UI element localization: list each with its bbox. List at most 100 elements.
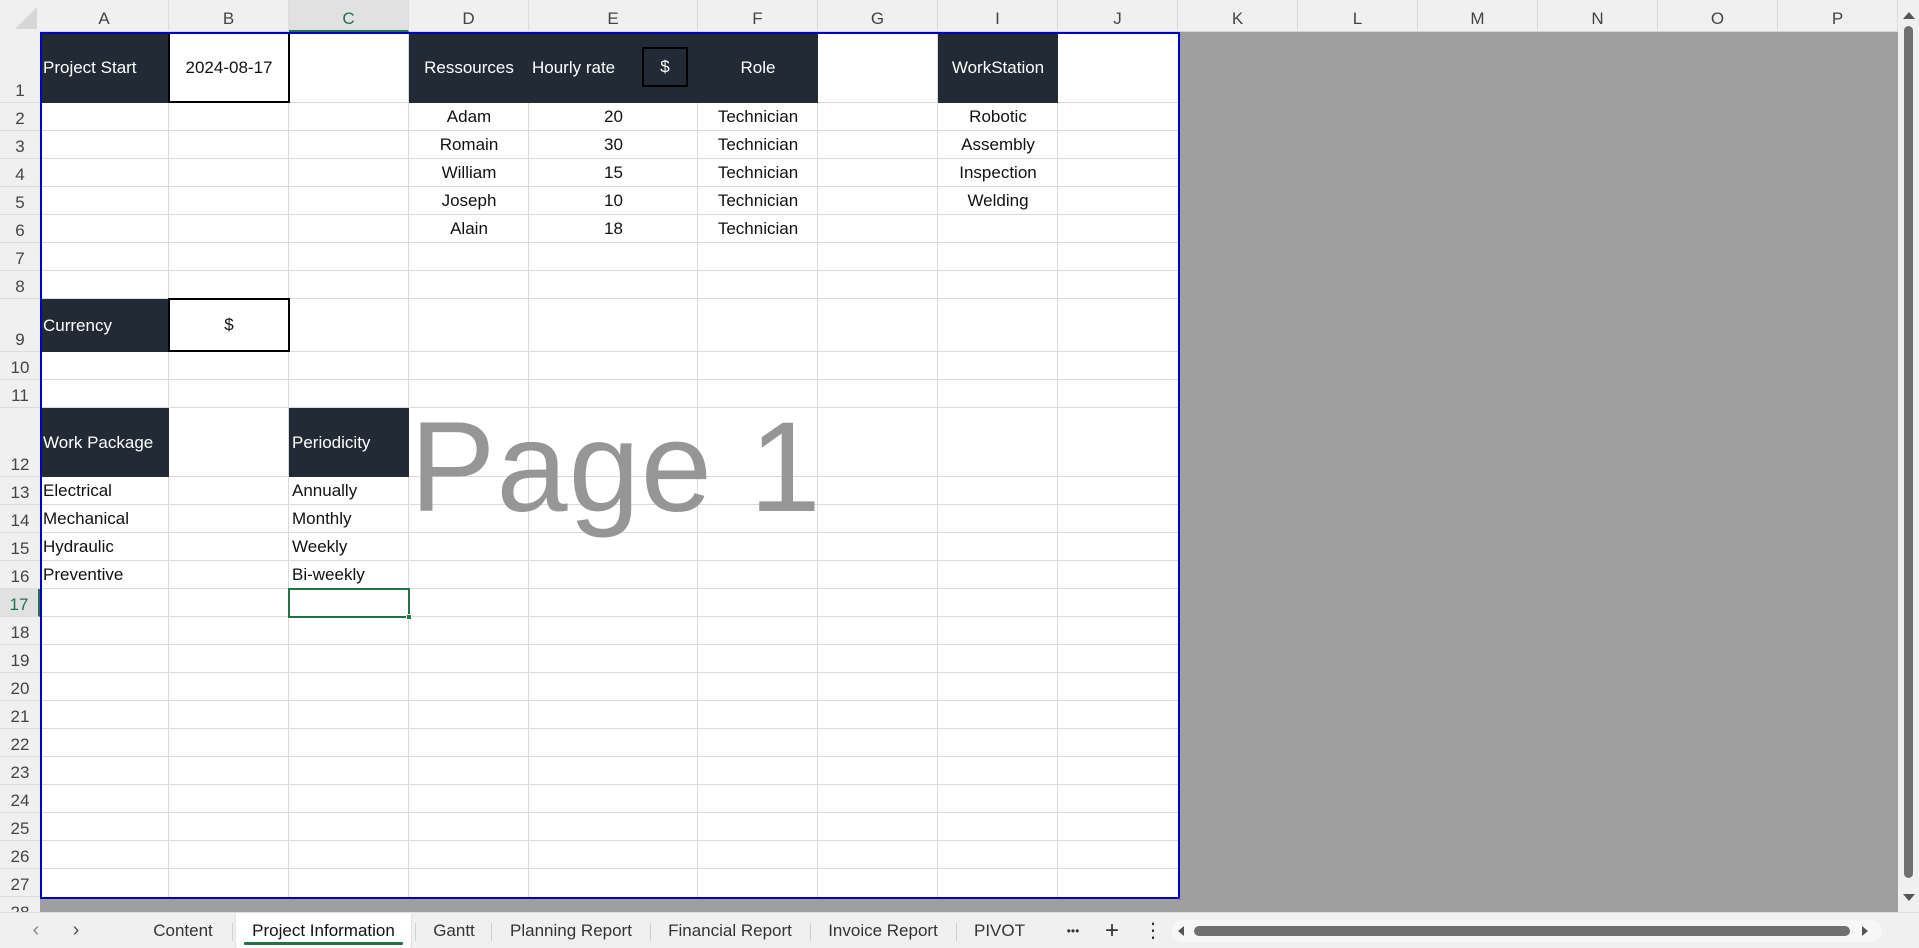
column-header-g[interactable]: G bbox=[818, 0, 938, 32]
row-header-23[interactable]: 23 bbox=[0, 757, 40, 785]
workstation-cell[interactable]: Assembly bbox=[938, 131, 1058, 159]
resource-rate-cell[interactable]: 15 bbox=[529, 159, 698, 187]
row-header-5[interactable]: 5 bbox=[0, 187, 40, 215]
scroll-left-icon[interactable] bbox=[1178, 926, 1184, 936]
row-header-18[interactable]: 18 bbox=[0, 617, 40, 645]
column-header-f[interactable]: F bbox=[698, 0, 818, 32]
resource-rate-cell[interactable]: 10 bbox=[529, 187, 698, 215]
vertical-scrollbar[interactable] bbox=[1898, 0, 1919, 912]
row-header-1[interactable]: 1 bbox=[0, 32, 40, 103]
column-header-d[interactable]: D bbox=[409, 0, 529, 32]
cell-b1-project-start-date[interactable]: 2024-08-17 bbox=[168, 32, 290, 103]
tab-invoice-report[interactable]: Invoice Report bbox=[814, 913, 952, 948]
select-all-button[interactable] bbox=[0, 0, 40, 32]
cell-a12-work-package-header[interactable]: Work Package bbox=[40, 408, 169, 477]
row-header-13[interactable]: 13 bbox=[0, 477, 40, 505]
tab-planning-report[interactable]: Planning Report bbox=[495, 913, 647, 948]
row-header-6[interactable]: 6 bbox=[0, 215, 40, 243]
tab-gantt[interactable]: Gantt bbox=[420, 913, 488, 948]
resource-name-cell[interactable]: Adam bbox=[409, 103, 529, 131]
row-header-16[interactable]: 16 bbox=[0, 561, 40, 589]
tab-financial-report[interactable]: Financial Report bbox=[654, 913, 806, 948]
row-header-26[interactable]: 26 bbox=[0, 841, 40, 869]
column-header-j[interactable]: J bbox=[1058, 0, 1178, 32]
work-package-cell[interactable]: Preventive bbox=[40, 561, 169, 589]
periodicity-cell[interactable]: Monthly bbox=[289, 505, 409, 533]
row-header-22[interactable]: 22 bbox=[0, 729, 40, 757]
row-header-20[interactable]: 20 bbox=[0, 673, 40, 701]
fill-handle[interactable] bbox=[406, 614, 412, 620]
row-header-14[interactable]: 14 bbox=[0, 505, 40, 533]
tab-content[interactable]: Content bbox=[138, 913, 228, 948]
row-header-19[interactable]: 19 bbox=[0, 645, 40, 673]
column-header-i[interactable]: I bbox=[938, 0, 1058, 32]
resource-rate-cell[interactable]: 30 bbox=[529, 131, 698, 159]
work-package-cell[interactable]: Mechanical bbox=[40, 505, 169, 533]
resource-name-cell[interactable]: William bbox=[409, 159, 529, 187]
resource-name-cell[interactable]: Alain bbox=[409, 215, 529, 243]
tab-pivot-table[interactable]: PIVOT Tab bbox=[962, 913, 1056, 948]
row-header-10[interactable]: 10 bbox=[0, 352, 40, 380]
scroll-down-icon[interactable] bbox=[1903, 894, 1915, 901]
work-package-cell[interactable]: Hydraulic bbox=[40, 533, 169, 561]
column-header-l[interactable]: L bbox=[1298, 0, 1418, 32]
resource-name-cell[interactable]: Joseph bbox=[409, 187, 529, 215]
row-header-12[interactable]: 12 bbox=[0, 408, 40, 477]
row-header-9[interactable]: 9 bbox=[0, 299, 40, 352]
column-header-o[interactable]: O bbox=[1658, 0, 1778, 32]
periodicity-cell[interactable]: Annually bbox=[289, 477, 409, 505]
column-header-e[interactable]: E bbox=[529, 0, 698, 32]
periodicity-cell[interactable]: Bi-weekly bbox=[289, 561, 409, 589]
workstation-cell[interactable]: Inspection bbox=[938, 159, 1058, 187]
resource-role-cell[interactable]: Technician bbox=[698, 187, 818, 215]
row-header-7[interactable]: 7 bbox=[0, 243, 40, 271]
cell-c12-periodicity-header[interactable]: Periodicity bbox=[289, 408, 409, 477]
row-header-24[interactable]: 24 bbox=[0, 785, 40, 813]
column-header-m[interactable]: M bbox=[1418, 0, 1538, 32]
row-header-2[interactable]: 2 bbox=[0, 103, 40, 131]
next-sheet-icon[interactable]: › bbox=[66, 919, 86, 942]
cell-a1-project-start-label[interactable]: Project Start bbox=[40, 32, 169, 103]
resource-role-cell[interactable]: Technician bbox=[698, 103, 818, 131]
resource-name-cell[interactable]: Romain bbox=[409, 131, 529, 159]
horizontal-scroll-thumb[interactable] bbox=[1194, 926, 1850, 936]
column-header-c[interactable]: C bbox=[289, 0, 409, 32]
row-header-15[interactable]: 15 bbox=[0, 533, 40, 561]
periodicity-cell[interactable]: Weekly bbox=[289, 533, 409, 561]
cell-i1-workstation-header[interactable]: WorkStation bbox=[938, 32, 1058, 103]
row-header-8[interactable]: 8 bbox=[0, 271, 40, 299]
add-sheet-icon[interactable]: + bbox=[1100, 913, 1124, 948]
scroll-right-icon[interactable] bbox=[1862, 926, 1868, 936]
tab-project-information[interactable]: Project Information bbox=[236, 913, 411, 948]
resource-rate-cell[interactable]: 18 bbox=[529, 215, 698, 243]
cell-e1-hourly-rate-header[interactable]: Hourly rate $ bbox=[529, 32, 698, 103]
cell-f1-role-header[interactable]: Role bbox=[698, 32, 818, 103]
row-header-28[interactable]: 28 bbox=[0, 897, 40, 912]
cell-d1-resources-header[interactable]: Ressources bbox=[409, 32, 529, 103]
more-sheets-icon[interactable]: ••• bbox=[1061, 913, 1085, 948]
vertical-scroll-thumb[interactable] bbox=[1904, 26, 1913, 878]
row-header-17[interactable]: 17 bbox=[0, 589, 40, 617]
work-package-cell[interactable]: Electrical bbox=[40, 477, 169, 505]
scroll-up-icon[interactable] bbox=[1903, 12, 1915, 19]
horizontal-scrollbar[interactable] bbox=[1172, 920, 1882, 942]
workstation-cell[interactable]: Welding bbox=[938, 187, 1058, 215]
row-header-21[interactable]: 21 bbox=[0, 701, 40, 729]
row-header-27[interactable]: 27 bbox=[0, 869, 40, 897]
resource-role-cell[interactable]: Technician bbox=[698, 131, 818, 159]
previous-sheet-icon[interactable]: ‹ bbox=[26, 919, 46, 942]
resource-rate-cell[interactable]: 20 bbox=[529, 103, 698, 131]
cell-a9-currency-label[interactable]: Currency bbox=[40, 299, 169, 352]
selected-cell-c17[interactable] bbox=[288, 588, 412, 620]
column-header-b[interactable]: B bbox=[169, 0, 289, 32]
worksheet-grid[interactable]: Project Start 2024-08-17 Ressources Hour… bbox=[40, 32, 1898, 912]
column-header-n[interactable]: N bbox=[1538, 0, 1658, 32]
row-header-25[interactable]: 25 bbox=[0, 813, 40, 841]
workstation-cell[interactable]: Robotic bbox=[938, 103, 1058, 131]
column-header-a[interactable]: A bbox=[40, 0, 169, 32]
column-header-k[interactable]: K bbox=[1178, 0, 1298, 32]
row-header-4[interactable]: 4 bbox=[0, 159, 40, 187]
row-header-11[interactable]: 11 bbox=[0, 380, 40, 408]
resource-role-cell[interactable]: Technician bbox=[698, 215, 818, 243]
column-header-p[interactable]: P bbox=[1778, 0, 1898, 32]
